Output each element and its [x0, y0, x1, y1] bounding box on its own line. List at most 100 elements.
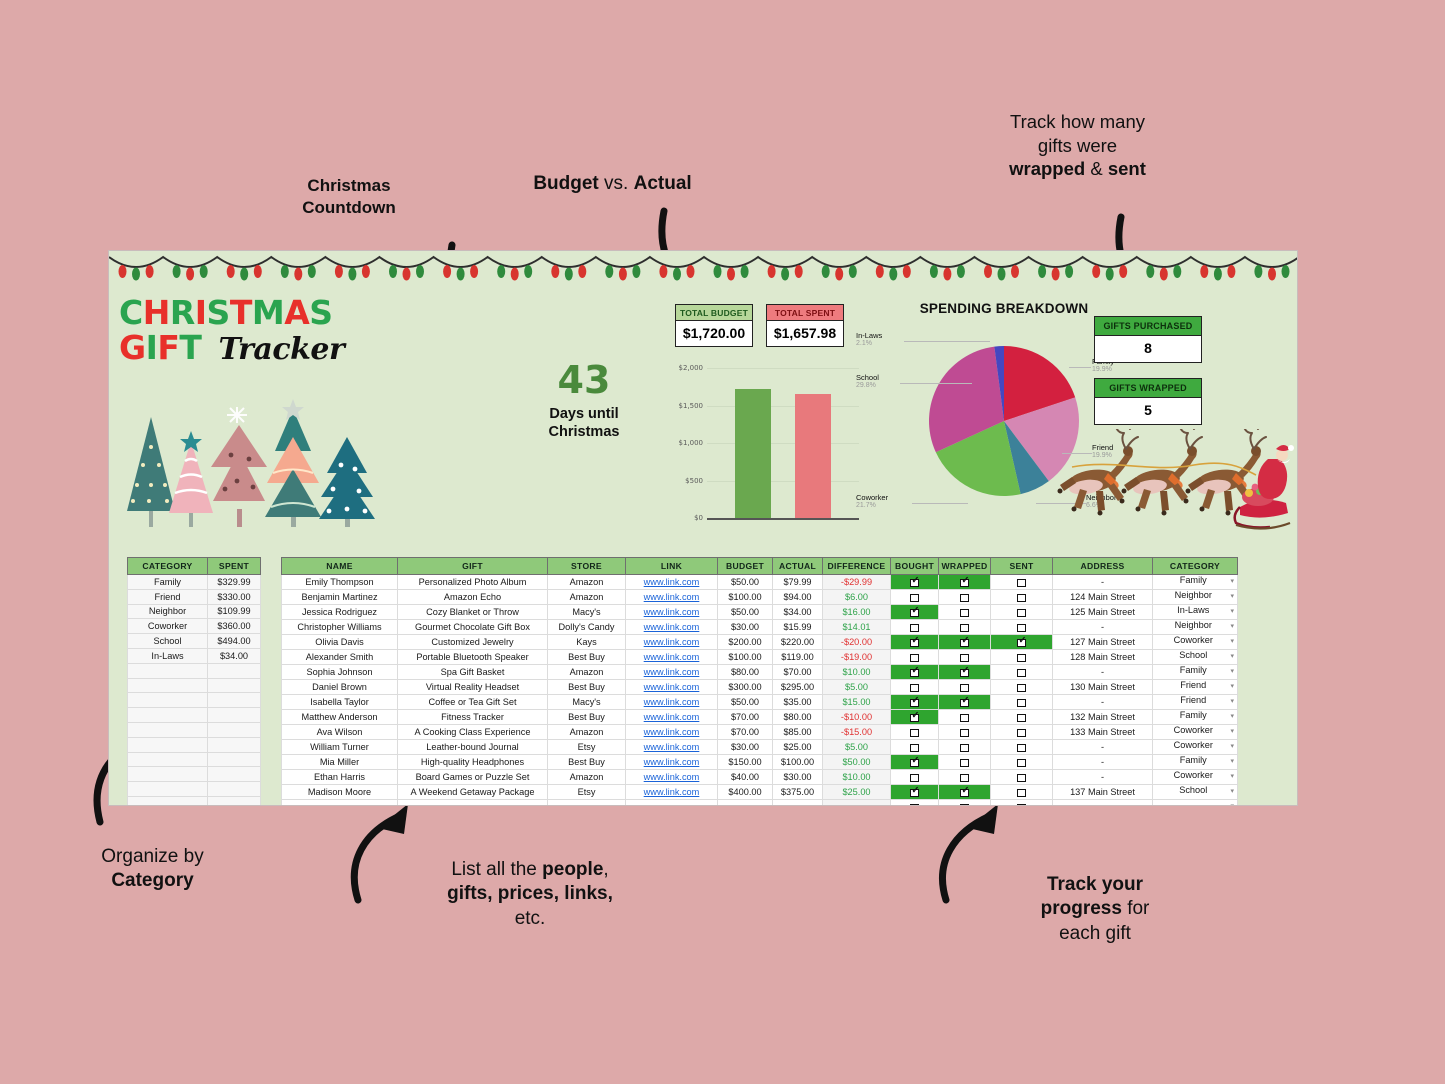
- checkbox-wrapped[interactable]: [938, 799, 991, 805]
- cell-address[interactable]: -: [1052, 769, 1153, 785]
- cell-difference[interactable]: $50.00: [822, 754, 891, 770]
- cell-category[interactable]: Friend: [127, 588, 208, 605]
- link-text[interactable]: www.link.com: [644, 757, 700, 767]
- table-row[interactable]: Mia Miller High-quality Headphones Best Bu…: [281, 754, 1238, 770]
- cell-name[interactable]: Emily Thompson: [281, 574, 398, 590]
- cell-name[interactable]: Mia Miller: [281, 754, 398, 770]
- table-row[interactable]: Ethan Harris Board Games or Puzzle Set Ama…: [281, 769, 1238, 785]
- cell-category-dropdown[interactable]: Family ▾: [1152, 709, 1238, 725]
- col-link[interactable]: LINK: [625, 557, 718, 575]
- cell-store[interactable]: Best Buy: [547, 679, 626, 695]
- table-row[interactable]: Matthew Anderson Fitness Tracker Best Buy w…: [281, 709, 1238, 725]
- cell-store[interactable]: Best Buy: [547, 649, 626, 665]
- cell-name[interactable]: Christopher Williams: [281, 619, 398, 635]
- cell-link[interactable]: [625, 799, 718, 805]
- cell-link[interactable]: www.link.com: [625, 784, 718, 800]
- checkbox-bought-box[interactable]: [910, 623, 919, 633]
- checkbox-sent-box[interactable]: [1017, 593, 1026, 603]
- cell-difference[interactable]: $15.00: [822, 694, 891, 710]
- cell-difference[interactable]: -$19.00: [822, 649, 891, 665]
- checkbox-wrapped[interactable]: [938, 679, 991, 695]
- cell-gift[interactable]: A Cooking Class Experience: [397, 724, 548, 740]
- cell-name[interactable]: Olivia Davis: [281, 634, 398, 650]
- checkbox-bought[interactable]: [890, 664, 939, 680]
- checkbox-sent[interactable]: [990, 739, 1053, 755]
- cell-gift[interactable]: Personalized Photo Album: [397, 574, 548, 590]
- col-difference[interactable]: DIFFERENCE: [822, 557, 891, 575]
- cell-budget[interactable]: $150.00: [717, 754, 773, 770]
- cell-category-dropdown[interactable]: Neighbor ▾: [1152, 589, 1238, 605]
- checkbox-bought-box[interactable]: [910, 756, 919, 768]
- table-row[interactable]: Isabella Taylor Coffee or Tea Gift Set Mac…: [281, 694, 1238, 710]
- cell-store[interactable]: Dolly's Candy: [547, 619, 626, 635]
- checkbox-wrapped-box[interactable]: [960, 773, 969, 783]
- checkbox-sent[interactable]: [990, 619, 1053, 635]
- cell-spent[interactable]: [207, 751, 261, 768]
- table-row[interactable]: Ava Wilson A Cooking Class Experience Amaz…: [281, 724, 1238, 740]
- checkbox-bought[interactable]: [890, 799, 939, 805]
- table-row[interactable]: Family $329.99: [127, 574, 261, 590]
- checkbox-bought[interactable]: [890, 694, 939, 710]
- cell-difference[interactable]: [822, 799, 891, 805]
- checkbox-bought-box[interactable]: [910, 666, 919, 678]
- cell-address[interactable]: 124 Main Street: [1052, 589, 1153, 605]
- link-text[interactable]: www.link.com: [644, 652, 700, 662]
- cell-spent[interactable]: [207, 736, 261, 753]
- cell-store[interactable]: Macy's: [547, 604, 626, 620]
- chevron-down-icon[interactable]: ▾: [1230, 786, 1234, 799]
- cell-name[interactable]: Daniel Brown: [281, 679, 398, 695]
- cell-actual[interactable]: $34.00: [772, 604, 823, 620]
- cell-actual[interactable]: $375.00: [772, 784, 823, 800]
- cell-actual[interactable]: $25.00: [772, 739, 823, 755]
- cell-category-dropdown[interactable]: Coworker ▾: [1152, 724, 1238, 740]
- cell-category-dropdown[interactable]: Friend ▾: [1152, 694, 1238, 710]
- chevron-down-icon[interactable]: ▾: [1230, 651, 1234, 664]
- cell-difference[interactable]: $10.00: [822, 664, 891, 680]
- cell-gift[interactable]: Board Games or Puzzle Set: [397, 769, 548, 785]
- checkbox-bought[interactable]: [890, 784, 939, 800]
- cell-budget[interactable]: $400.00: [717, 784, 773, 800]
- table-row[interactable]: ▾: [281, 799, 1238, 805]
- table-row[interactable]: Emily Thompson Personalized Photo Album Am…: [281, 574, 1238, 590]
- cell-spent[interactable]: [207, 781, 261, 797]
- cell-gift[interactable]: Cozy Blanket or Throw: [397, 604, 548, 620]
- table-row[interactable]: Sophia Johnson Spa Gift Basket Amazon www.l…: [281, 664, 1238, 680]
- cell-category[interactable]: Coworker: [127, 618, 208, 635]
- link-text[interactable]: www.link.com: [644, 577, 700, 587]
- col-wrapped[interactable]: WRAPPED: [938, 557, 991, 575]
- cell-name[interactable]: Benjamin Martinez: [281, 589, 398, 605]
- table-row[interactable]: Coworker $360.00: [127, 618, 261, 635]
- checkbox-sent-box[interactable]: [1017, 803, 1026, 805]
- checkbox-bought[interactable]: [890, 739, 939, 755]
- cell-actual[interactable]: [772, 799, 823, 805]
- checkbox-wrapped[interactable]: [938, 589, 991, 605]
- checkbox-wrapped-box[interactable]: [960, 636, 969, 648]
- col-store[interactable]: STORE: [547, 557, 626, 575]
- link-text[interactable]: www.link.com: [644, 622, 700, 632]
- checkbox-bought-box[interactable]: [910, 653, 919, 663]
- cell-actual[interactable]: $30.00: [772, 769, 823, 785]
- col-address[interactable]: ADDRESS: [1052, 557, 1153, 575]
- checkbox-wrapped[interactable]: [938, 694, 991, 710]
- cell-gift[interactable]: Leather-bound Journal: [397, 739, 548, 755]
- chevron-down-icon[interactable]: ▾: [1230, 606, 1234, 619]
- cell-store[interactable]: Best Buy: [547, 754, 626, 770]
- cell-difference[interactable]: -$20.00: [822, 634, 891, 650]
- cell-budget[interactable]: $200.00: [717, 634, 773, 650]
- checkbox-sent-box[interactable]: [1017, 623, 1026, 633]
- col-name[interactable]: NAME: [281, 557, 398, 575]
- cell-address[interactable]: -: [1052, 754, 1153, 770]
- checkbox-wrapped-box[interactable]: [960, 683, 969, 693]
- checkbox-sent[interactable]: [990, 649, 1053, 665]
- chevron-down-icon[interactable]: ▾: [1230, 771, 1234, 784]
- col-sent[interactable]: SENT: [990, 557, 1053, 575]
- cell-difference[interactable]: -$15.00: [822, 724, 891, 740]
- checkbox-wrapped-box[interactable]: [960, 608, 969, 618]
- cell-category[interactable]: [127, 721, 208, 738]
- cell-link[interactable]: www.link.com: [625, 769, 718, 785]
- cell-link[interactable]: www.link.com: [625, 724, 718, 740]
- cell-store[interactable]: Macy's: [547, 694, 626, 710]
- cell-spent[interactable]: [207, 795, 261, 805]
- cell-category-dropdown[interactable]: Family ▾: [1152, 754, 1238, 770]
- link-text[interactable]: www.link.com: [644, 742, 700, 752]
